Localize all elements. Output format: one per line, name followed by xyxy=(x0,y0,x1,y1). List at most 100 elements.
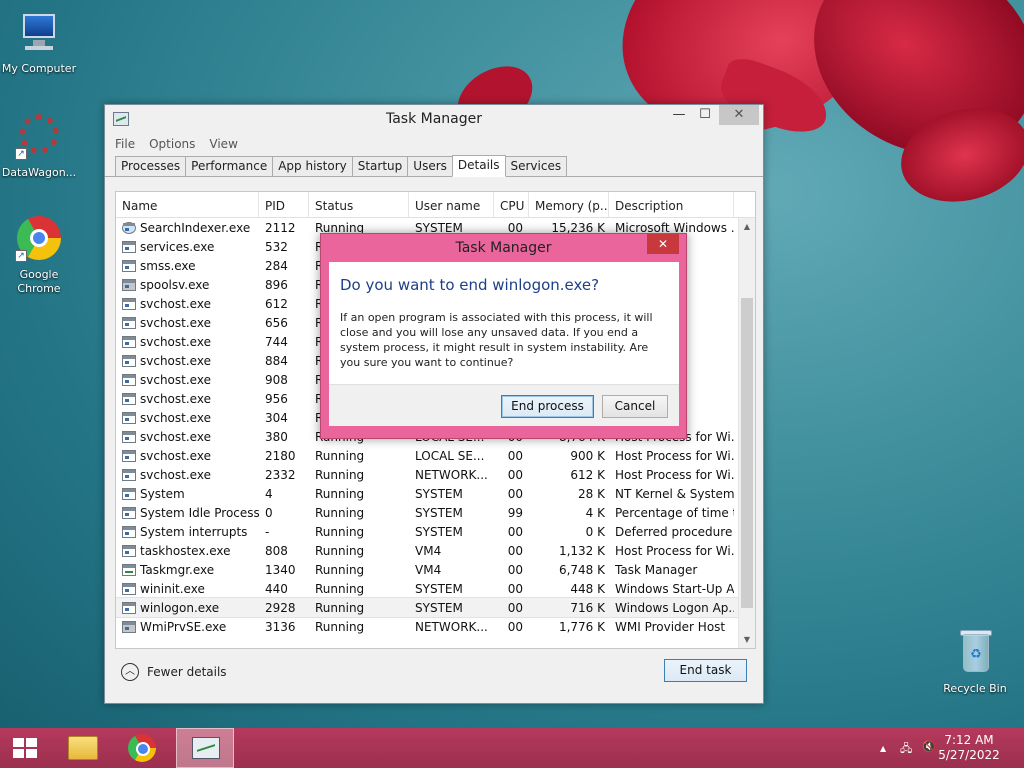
table-row[interactable]: svchost.exe 2332 Running NETWORK... 00 612 K H… xyxy=(116,465,755,484)
process-pid: 2928 xyxy=(265,600,296,615)
search-indexer-icon xyxy=(122,221,136,234)
process-window-icon xyxy=(122,392,136,405)
process-memory: 28 K xyxy=(578,486,605,501)
process-name-text: wininit.exe xyxy=(140,581,205,596)
fewer-details-label: Fewer details xyxy=(147,665,227,679)
chrome-icon xyxy=(128,734,156,762)
process-pid: 440 xyxy=(265,581,288,596)
process-status: Running xyxy=(315,524,365,539)
minimize-button[interactable]: — xyxy=(665,105,693,125)
scroll-down-arrow-icon[interactable]: ▼ xyxy=(739,631,755,648)
menu-file[interactable]: File xyxy=(115,137,135,151)
column-header-pid[interactable]: PID xyxy=(259,192,309,218)
process-name: winlogon.exe xyxy=(116,601,259,615)
process-name: SearchIndexer.exe xyxy=(116,221,259,235)
tab-startup[interactable]: Startup xyxy=(351,156,409,176)
process-pid: 884 xyxy=(265,353,288,368)
column-header-description[interactable]: Description xyxy=(609,192,734,218)
tab-processes[interactable]: Processes xyxy=(115,156,187,176)
process-name: smss.exe xyxy=(116,259,259,273)
process-cpu: 00 xyxy=(507,562,523,577)
clock[interactable]: 7:12 AM 5/27/2022 xyxy=(934,733,1004,763)
desktop-icon-google-chrome[interactable]: ↗ Google Chrome xyxy=(0,216,81,296)
process-cpu: 00 xyxy=(507,448,523,463)
table-row[interactable]: svchost.exe 2180 Running LOCAL SE... 00 900 K… xyxy=(116,446,755,465)
table-row[interactable]: System interrupts - Running SYSTEM 00 0 K Defe… xyxy=(116,522,755,541)
process-window-icon xyxy=(122,297,136,310)
tab-app-history[interactable]: App history xyxy=(272,156,353,176)
process-name-text: WmiPrvSE.exe xyxy=(140,619,227,634)
process-name: svchost.exe xyxy=(116,316,259,330)
scroll-thumb[interactable] xyxy=(741,298,753,608)
table-row[interactable]: winlogon.exe 2928 Running SYSTEM 00 716 K Wind… xyxy=(116,597,755,618)
table-row[interactable]: Taskmgr.exe 1340 Running VM4 00 6,748 K Task M… xyxy=(116,560,755,579)
process-name-text: SearchIndexer.exe xyxy=(140,220,251,235)
taskbar-task-manager[interactable] xyxy=(176,728,234,768)
process-pid: 896 xyxy=(265,277,288,292)
process-name-text: services.exe xyxy=(140,239,215,254)
process-name: svchost.exe xyxy=(116,392,259,406)
show-hidden-icons-icon[interactable]: ▲ xyxy=(880,744,886,753)
process-name: svchost.exe xyxy=(116,335,259,349)
tab-services[interactable]: Services xyxy=(504,156,568,176)
tab-performance[interactable]: Performance xyxy=(185,156,274,176)
end-process-button[interactable]: End process xyxy=(501,395,594,418)
process-name: System Idle Process xyxy=(116,506,259,520)
window-footer: ︿ Fewer details End task xyxy=(105,647,763,703)
cancel-button[interactable]: Cancel xyxy=(602,395,668,418)
scroll-up-arrow-icon[interactable]: ▲ xyxy=(739,218,755,235)
table-row[interactable]: wininit.exe 440 Running SYSTEM 00 448 K Window… xyxy=(116,579,755,598)
maximize-button[interactable]: ☐ xyxy=(691,105,719,125)
process-name-text: taskhostex.exe xyxy=(140,543,231,558)
process-memory: 4 K xyxy=(585,505,605,520)
column-header-status[interactable]: Status xyxy=(309,192,409,218)
desktop-icon-my-computer[interactable]: My Computer xyxy=(0,10,81,76)
vertical-scrollbar[interactable]: ▲ ▼ xyxy=(738,218,755,648)
process-pid: 808 xyxy=(265,543,288,558)
start-button[interactable] xyxy=(0,728,50,768)
process-user: SYSTEM xyxy=(415,505,463,520)
taskbar-google-chrome[interactable] xyxy=(112,728,170,768)
desktop-icon-recycle-bin[interactable]: ♻ Recycle Bin xyxy=(933,630,1017,696)
close-button[interactable]: ✕ xyxy=(719,105,759,125)
folder-icon xyxy=(68,736,98,760)
taskbar-file-explorer[interactable] xyxy=(52,728,110,768)
process-name-text: svchost.exe xyxy=(140,372,211,387)
table-row[interactable]: System Idle Process 0 Running SYSTEM 99 4 K Pe… xyxy=(116,503,755,522)
process-name-text: winlogon.exe xyxy=(140,600,220,615)
menu-view[interactable]: View xyxy=(209,137,237,151)
dialog-title-bar[interactable]: Task Manager ✕ xyxy=(321,234,686,262)
process-name: Taskmgr.exe xyxy=(116,563,259,577)
process-status: Running xyxy=(315,581,365,596)
dialog-close-button[interactable]: ✕ xyxy=(647,234,679,254)
end-task-button[interactable]: End task xyxy=(664,659,747,682)
menu-options[interactable]: Options xyxy=(149,137,195,151)
process-window-icon xyxy=(122,335,136,348)
column-header-cpu[interactable]: CPU xyxy=(494,192,529,218)
tab-users[interactable]: Users xyxy=(407,156,453,176)
process-user: NETWORK... xyxy=(415,619,488,634)
chevron-up-icon: ︿ xyxy=(121,663,139,681)
column-header-user-name[interactable]: User name xyxy=(409,192,494,218)
column-header-memory[interactable]: Memory (p... xyxy=(529,192,609,218)
process-name-text: System xyxy=(140,486,185,501)
process-window-icon xyxy=(122,354,136,367)
network-icon[interactable]: 🖧 xyxy=(900,740,912,759)
desktop-icon-datawagon[interactable]: ↗ DataWagon... xyxy=(0,114,81,180)
computer-icon xyxy=(15,10,63,58)
tab-details[interactable]: Details xyxy=(451,155,506,177)
process-name: svchost.exe xyxy=(116,297,259,311)
process-pid: 1340 xyxy=(265,562,296,577)
process-pid: 532 xyxy=(265,239,288,254)
table-row[interactable]: taskhostex.exe 808 Running VM4 00 1,132 K Host… xyxy=(116,541,755,560)
process-name-text: System interrupts xyxy=(140,524,248,539)
table-row[interactable]: System 4 Running SYSTEM 00 28 K NT Kernel & Sy… xyxy=(116,484,755,503)
desktop-icon-label: Google Chrome xyxy=(17,268,61,295)
process-name: spoolsv.exe xyxy=(116,278,259,292)
process-description: Windows Start-Up A... xyxy=(615,581,734,596)
table-row[interactable]: WmiPrvSE.exe 3136 Running NETWORK... 00 1,776… xyxy=(116,617,755,636)
process-cpu: 00 xyxy=(507,600,523,615)
title-bar[interactable]: Task Manager — ☐ ✕ xyxy=(105,105,763,133)
fewer-details-link[interactable]: ︿ Fewer details xyxy=(121,663,227,681)
end-process-dialog: Task Manager ✕ Do you want to end winlog… xyxy=(320,233,687,439)
